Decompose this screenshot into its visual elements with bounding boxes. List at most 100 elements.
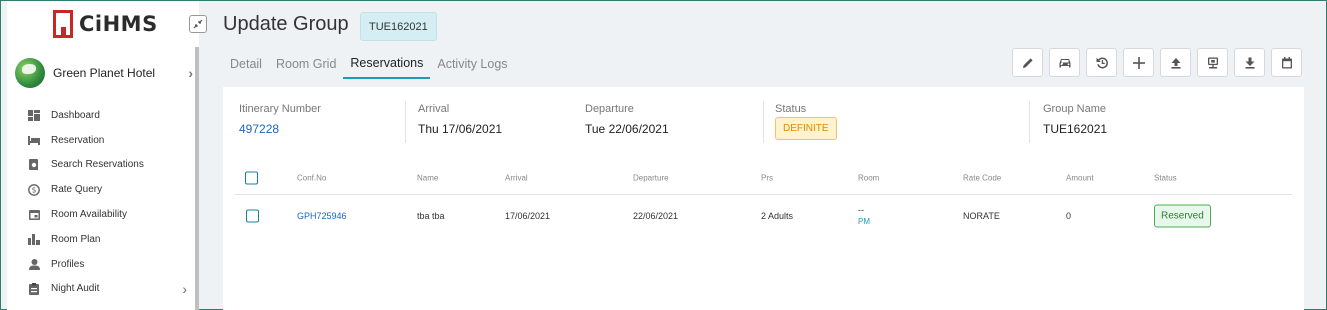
conf-no-link[interactable]: GPH725946: [297, 211, 347, 221]
column-header[interactable]: Prs: [761, 173, 773, 182]
departure-label: Departure: [585, 103, 634, 115]
group-name-label: Group Name: [1043, 103, 1106, 115]
column-header[interactable]: Arrival: [505, 173, 528, 182]
sidebar-item-label: Profiles: [51, 258, 85, 270]
arrival-label: Arrival: [418, 103, 450, 115]
dollar-icon: $: [27, 183, 41, 196]
reservation-status-badge: Reserved: [1154, 204, 1211, 228]
sidebar-item-label: Room Availability: [51, 209, 127, 221]
download-icon: [1245, 57, 1254, 69]
summary-divider: [1029, 101, 1030, 143]
sidebar-item-label: Rate Query: [51, 184, 103, 196]
collapse-icon: [193, 19, 203, 29]
bar-chart-icon: [27, 233, 41, 245]
room-cell: -- PM: [858, 205, 870, 227]
itinerary-field: Itinerary Number 497228: [239, 103, 321, 136]
departure-value: Tue 22/06/2021: [585, 122, 669, 136]
sidebar-item-label: Reservation: [51, 134, 105, 146]
sidebar-item-label: Night Audit: [51, 283, 100, 295]
room-number: --: [858, 205, 864, 215]
monitor-icon: [1207, 57, 1218, 68]
calendar-icon: [1281, 56, 1292, 68]
status-label: Status: [775, 103, 807, 115]
sidebar-item-profiles[interactable]: Profiles: [27, 252, 187, 277]
sidebar-scrollbar[interactable]: [195, 47, 199, 310]
column-header[interactable]: Status: [1154, 173, 1177, 182]
sidebar-item-search-reservations[interactable]: Search Reservations: [27, 153, 187, 178]
monitor-button[interactable]: [1197, 48, 1228, 77]
sidebar-item-dashboard[interactable]: Dashboard: [27, 103, 187, 128]
summary-divider: [763, 101, 764, 143]
sidebar-item-room-availability[interactable]: Room Availability: [27, 202, 187, 227]
globe-icon: [15, 58, 45, 88]
column-header[interactable]: Conf.No: [297, 173, 326, 182]
dashboard-icon: [27, 109, 41, 121]
column-header[interactable]: Amount: [1066, 173, 1094, 182]
sidebar-item-label: Dashboard: [51, 109, 100, 121]
amount: 0: [1066, 211, 1072, 221]
search-icon: [27, 158, 41, 171]
tab-bar: Detail Room Grid Reservations Activity L…: [223, 49, 515, 79]
summary-divider: [405, 101, 406, 143]
row-checkbox[interactable]: [246, 209, 259, 223]
arrival-value: Thu 17/06/2021: [418, 122, 503, 136]
upload-icon: [1171, 57, 1180, 69]
sidebar-item-reservation[interactable]: Reservation: [27, 128, 187, 153]
sidebar-item-night-audit[interactable]: Night Audit ›: [27, 277, 187, 302]
arrival-date: 17/06/2021: [505, 211, 551, 221]
hotel-name: Green Planet Hotel: [53, 66, 156, 80]
select-all-checkbox[interactable]: [245, 171, 258, 184]
sidebar-item-room-plan[interactable]: Room Plan: [27, 227, 187, 252]
collapse-sidebar-button[interactable]: [189, 15, 207, 33]
reservations-table: Conf.No Name Arrival Departure Prs Room …: [235, 161, 1292, 237]
sidebar-item-rate-query[interactable]: $ Rate Query: [27, 177, 187, 202]
status-field: Status DEFINITE: [775, 103, 837, 140]
rate-code: NORATE: [963, 211, 1000, 221]
column-header[interactable]: Room: [858, 173, 879, 182]
guest-name: tba tba: [417, 211, 445, 221]
car-button[interactable]: [1049, 48, 1080, 77]
upload-button[interactable]: [1160, 48, 1191, 77]
action-toolbar: [1012, 48, 1302, 77]
tab-activity-logs[interactable]: Activity Logs: [430, 49, 514, 79]
arrival-field: Arrival Thu 17/06/2021: [418, 103, 502, 136]
chevron-right-icon: ›: [188, 65, 193, 81]
persons: 2 Adults: [761, 211, 794, 221]
person-icon: [27, 258, 41, 270]
pencil-icon: [1022, 57, 1033, 68]
plus-icon: [1132, 56, 1145, 69]
logo-text: CiHMS: [79, 12, 158, 36]
page-title: Update Group: [223, 13, 349, 35]
svg-text:$: $: [32, 185, 37, 194]
tab-detail[interactable]: Detail: [223, 49, 269, 79]
group-code-badge: TUE162021: [360, 12, 437, 41]
tab-reservations[interactable]: Reservations: [343, 49, 431, 79]
departure-field: Departure Tue 22/06/2021: [585, 103, 669, 136]
reservations-card: Itinerary Number 497228 Arrival Thu 17/0…: [223, 87, 1304, 310]
departure-date: 22/06/2021: [633, 211, 679, 221]
add-button[interactable]: [1123, 48, 1154, 77]
history-icon: [1096, 56, 1108, 68]
table-row[interactable]: GPH725946 tba tba 17/06/2021 22/06/2021 …: [235, 195, 1292, 237]
app-logo: CiHMS: [53, 9, 158, 39]
bed-icon: [27, 134, 41, 146]
history-button[interactable]: [1086, 48, 1117, 77]
column-header[interactable]: Rate Code: [963, 173, 1001, 182]
calendar-button[interactable]: [1271, 48, 1302, 77]
sidebar-item-label: Room Plan: [51, 233, 101, 245]
download-button[interactable]: [1234, 48, 1265, 77]
edit-button[interactable]: [1012, 48, 1043, 77]
column-header[interactable]: Name: [417, 173, 438, 182]
status-badge: DEFINITE: [775, 117, 837, 140]
tab-room-grid[interactable]: Room Grid: [269, 49, 343, 79]
sidebar-menu: Dashboard Reservation Search Reservation…: [27, 103, 187, 301]
room-type: PM: [858, 217, 870, 226]
sidebar-item-label: Search Reservations: [51, 159, 144, 171]
car-icon: [1059, 58, 1070, 67]
sidebar: CiHMS Green Planet Hotel › Dashboard Res…: [7, 1, 199, 310]
hotel-selector[interactable]: Green Planet Hotel ›: [15, 55, 193, 91]
calendar-icon: [27, 209, 41, 221]
clipboard-icon: [27, 282, 41, 295]
column-header[interactable]: Departure: [633, 173, 669, 182]
itinerary-number-link[interactable]: 497228: [239, 122, 321, 136]
